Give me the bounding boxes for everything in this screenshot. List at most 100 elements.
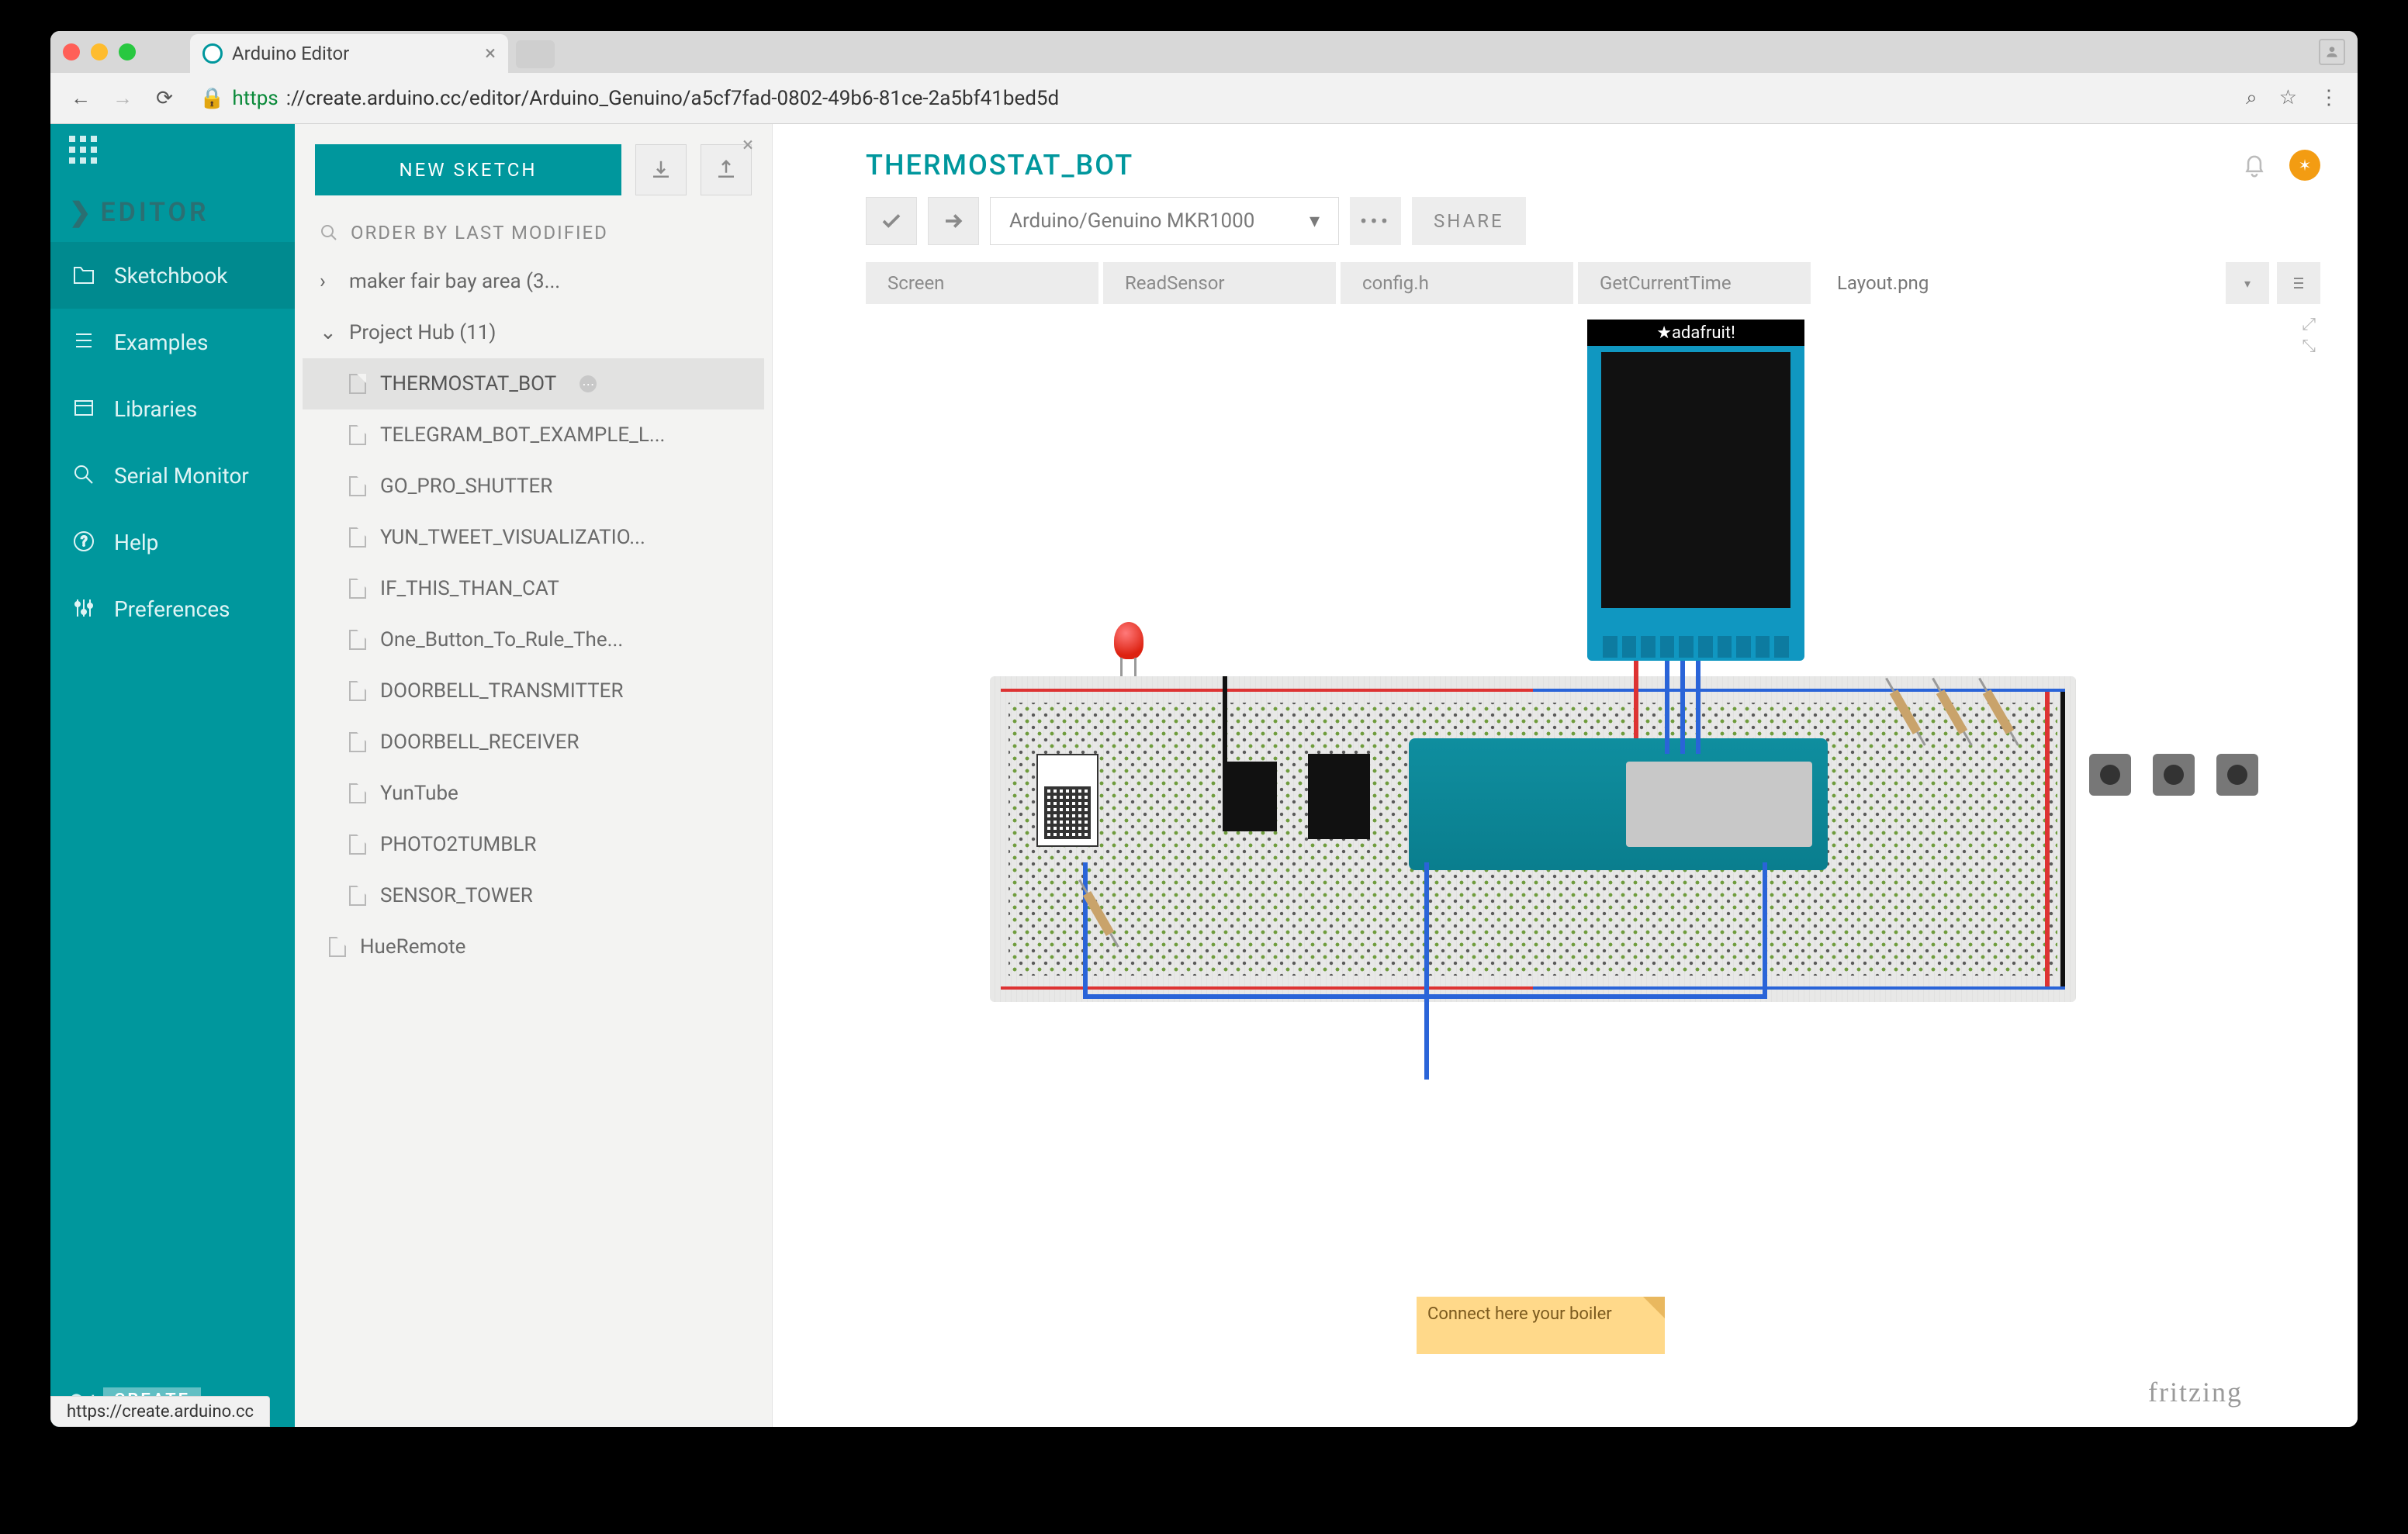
verify-button[interactable] (866, 197, 917, 245)
adafruit-tft: ★adafruit! (1587, 320, 1804, 661)
sketch-row[interactable]: One_Button_To_Rule_The... (303, 614, 764, 665)
tabs-list-button[interactable] (2277, 262, 2320, 304)
file-icon (349, 476, 366, 496)
tab-screen[interactable]: Screen (866, 262, 1098, 304)
sketch-row[interactable]: IF_THIS_THAN_CAT (303, 563, 764, 614)
url-field[interactable]: 🔒 https ://create.arduino.cc/editor/Ardu… (195, 87, 2227, 110)
status-bar: https://create.arduino.cc (50, 1396, 270, 1427)
file-icon (349, 374, 366, 394)
check-icon (880, 209, 903, 233)
upload-sketch-button[interactable] (928, 197, 979, 245)
tab-layout[interactable]: Layout.png (1815, 262, 2048, 304)
reload-icon[interactable]: ⟳ (153, 87, 176, 110)
pushbuttons (2089, 754, 2258, 796)
order-by-row[interactable]: ORDER BY LAST MODIFIED (295, 200, 772, 251)
back-icon[interactable]: ← (69, 87, 92, 110)
new-sketch-button[interactable]: NEW SKETCH (315, 144, 621, 195)
sketch-row[interactable]: HueRemote (303, 921, 764, 973)
sketch-row[interactable]: GO_PRO_SHUTTER (303, 461, 764, 512)
chevron-right-icon: › (320, 270, 335, 293)
wire (1680, 661, 1685, 754)
nav-sketchbook[interactable]: Sketchbook (50, 242, 295, 309)
browser-window: Arduino Editor × ← → ⟳ 🔒 https ://create… (50, 31, 2358, 1427)
chevron-down-icon: ▾ (2244, 276, 2251, 291)
nav-libraries[interactable]: Libraries (50, 375, 295, 442)
expand-icon[interactable]: ⤢⤡ (2302, 315, 2316, 356)
close-tab-icon[interactable]: × (485, 42, 496, 65)
arrow-right-icon (942, 209, 965, 233)
tab-config[interactable]: config.h (1341, 262, 1573, 304)
close-window-icon[interactable] (63, 43, 80, 60)
board-select[interactable]: Arduino/Genuino MKR1000 ▾ (990, 197, 1339, 245)
tab-title: Arduino Editor (232, 43, 349, 64)
bookmark-icon[interactable]: ☆ (2279, 86, 2297, 110)
user-avatar[interactable]: ✶ (2289, 150, 2320, 181)
sketch-row[interactable]: SENSOR_TOWER (303, 870, 764, 921)
toolbar: Arduino/Genuino MKR1000 ▾ ••• SHARE (773, 192, 2358, 262)
wire (1083, 994, 1766, 999)
sketch-row[interactable]: TELEGRAM_BOT_EXAMPLE_L... (303, 409, 764, 461)
forward-icon[interactable]: → (111, 87, 134, 110)
box-icon (72, 396, 97, 421)
file-icon (349, 886, 366, 906)
sketchbook-panel: × NEW SKETCH ORDER BY LAST MODIFIED › ma… (295, 124, 773, 1427)
mkr1000-board (1409, 738, 1828, 870)
tft-label: ★adafruit! (1656, 323, 1735, 343)
wire (1696, 661, 1700, 754)
nav-preferences[interactable]: Preferences (50, 575, 295, 642)
window-controls (63, 43, 136, 60)
more-button[interactable]: ••• (1350, 197, 1401, 245)
row-options-icon[interactable]: ⋯ (580, 375, 597, 392)
key-icon[interactable]: ⌕ (2246, 86, 2258, 110)
sketch-row[interactable]: PHOTO2TUMBLR (303, 819, 764, 870)
list-icon (2289, 274, 2308, 292)
editor-heading: ❯ EDITOR (50, 175, 295, 242)
wire-red (2045, 692, 2050, 986)
search-icon (320, 223, 338, 242)
close-panel-icon[interactable]: × (742, 133, 753, 157)
browser-profile-icon[interactable] (2319, 39, 2345, 65)
new-tab-button[interactable] (516, 40, 555, 68)
wire (1763, 862, 1767, 999)
nav-serial-monitor[interactable]: Serial Monitor (50, 442, 295, 509)
folder-row[interactable]: ⌄ Project Hub (11) (303, 307, 764, 358)
file-icon (349, 834, 366, 855)
file-icon (349, 630, 366, 650)
sketch-row[interactable]: YUN_TWEET_VISUALIZATIO... (303, 512, 764, 563)
wire-red (1634, 661, 1638, 738)
nav-help[interactable]: ? Help (50, 509, 295, 575)
minimize-window-icon[interactable] (91, 43, 108, 60)
chevron-down-icon: ▾ (1310, 209, 1320, 233)
import-icon (649, 158, 673, 181)
left-rail: ❯ EDITOR Sketchbook Examples Libraries (50, 124, 295, 1427)
maximize-window-icon[interactable] (119, 43, 136, 60)
sketch-row[interactable]: DOORBELL_RECEIVER (303, 717, 764, 768)
list-icon (72, 330, 97, 354)
tabs-dropdown-button[interactable]: ▾ (2226, 262, 2269, 304)
wire (1083, 862, 1088, 999)
import-button[interactable] (635, 144, 687, 195)
share-button[interactable]: SHARE (1412, 197, 1526, 245)
sketch-row-selected[interactable]: THERMOSTAT_BOT ⋯ (303, 358, 764, 409)
bell-icon[interactable] (2240, 150, 2269, 180)
app: ❯ EDITOR Sketchbook Examples Libraries (50, 124, 2358, 1427)
fritzing-watermark: fritzing (2148, 1376, 2243, 1408)
sketch-row[interactable]: YunTube (303, 768, 764, 819)
layout-canvas[interactable]: ⤢⤡ ★adafruit! (866, 304, 2320, 1415)
transistor (1223, 762, 1277, 831)
dht-sensor (1036, 754, 1098, 847)
tab-readsensor[interactable]: ReadSensor (1103, 262, 1336, 304)
nav-examples[interactable]: Examples (50, 309, 295, 375)
menu-icon[interactable]: ⋮ (2319, 86, 2339, 110)
apps-grid-icon[interactable] (69, 136, 97, 164)
tab-getcurrenttime[interactable]: GetCurrentTime (1578, 262, 1811, 304)
titlebar: Arduino Editor × (50, 31, 2358, 73)
file-icon (349, 732, 366, 752)
tft-screen (1601, 352, 1790, 608)
browser-tab[interactable]: Arduino Editor × (190, 34, 508, 73)
dots-icon: ••• (1360, 209, 1391, 234)
sketch-row[interactable]: DOORBELL_TRANSMITTER (303, 665, 764, 717)
url-scheme: https (232, 87, 278, 110)
folder-row[interactable]: › maker fair bay area (3... (303, 256, 764, 307)
folder-icon (72, 263, 97, 288)
